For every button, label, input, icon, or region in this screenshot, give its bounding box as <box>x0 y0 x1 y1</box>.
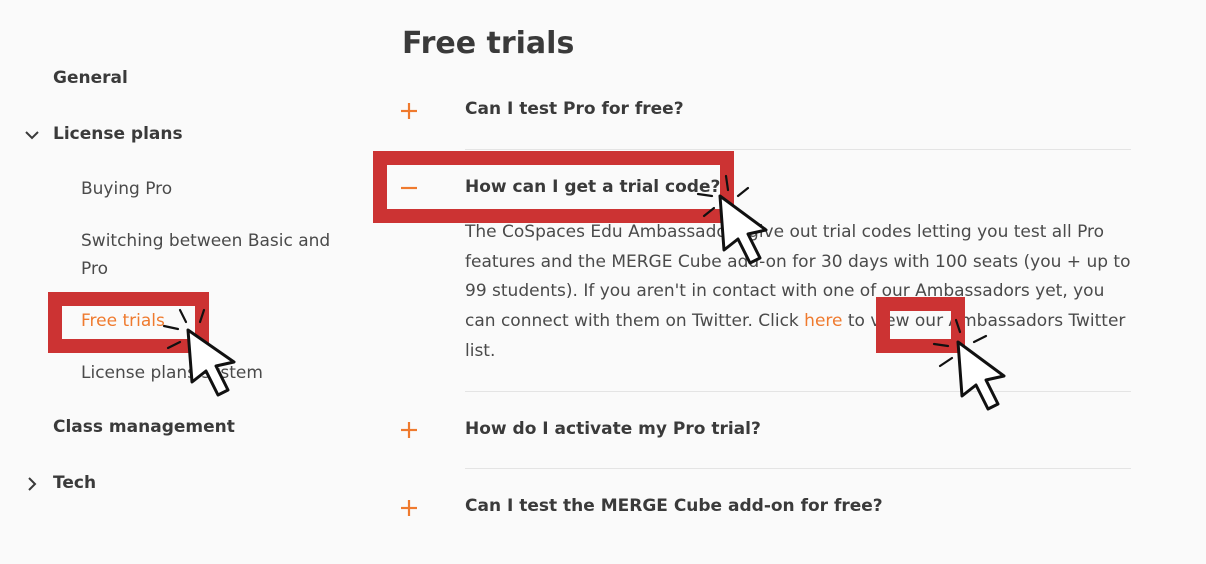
faq-question[interactable]: Can I test Pro for free? <box>465 99 684 119</box>
faq-question[interactable]: Can I test the MERGE Cube add-on for fre… <box>465 496 883 516</box>
sidebar-item-license-system[interactable]: License plans system <box>81 359 263 387</box>
sidebar-item-free-trials[interactable]: Free trials <box>81 307 165 335</box>
sidebar-item-class-management[interactable]: Class management <box>53 417 235 437</box>
chevron-down-icon[interactable] <box>22 125 42 145</box>
divider <box>465 468 1131 469</box>
divider <box>465 391 1131 392</box>
here-link[interactable]: here <box>804 311 842 331</box>
faq-question[interactable]: How can I get a trial code? <box>465 177 720 197</box>
sidebar-item-switching[interactable]: Switching between Basic and Pro <box>81 227 331 283</box>
main-content: Free trials Can I test Pro for free? How… <box>400 0 1206 564</box>
divider <box>465 149 1131 150</box>
minus-icon[interactable] <box>400 179 418 197</box>
page-title: Free trials <box>402 26 575 61</box>
faq-answer: The CoSpaces Edu Ambassadors give out tr… <box>465 218 1131 367</box>
sidebar-nav: General License plans Buying Pro Switchi… <box>0 0 360 564</box>
plus-icon[interactable] <box>400 421 418 439</box>
sidebar-item-general[interactable]: General <box>53 68 128 88</box>
chevron-right-icon[interactable] <box>22 474 42 494</box>
sidebar-item-buying-pro[interactable]: Buying Pro <box>81 175 172 203</box>
plus-icon[interactable] <box>400 102 418 120</box>
sidebar-item-tech[interactable]: Tech <box>53 473 96 493</box>
faq-question[interactable]: How do I activate my Pro trial? <box>465 419 761 439</box>
plus-icon[interactable] <box>400 499 418 517</box>
sidebar-item-license-plans[interactable]: License plans <box>53 124 183 144</box>
